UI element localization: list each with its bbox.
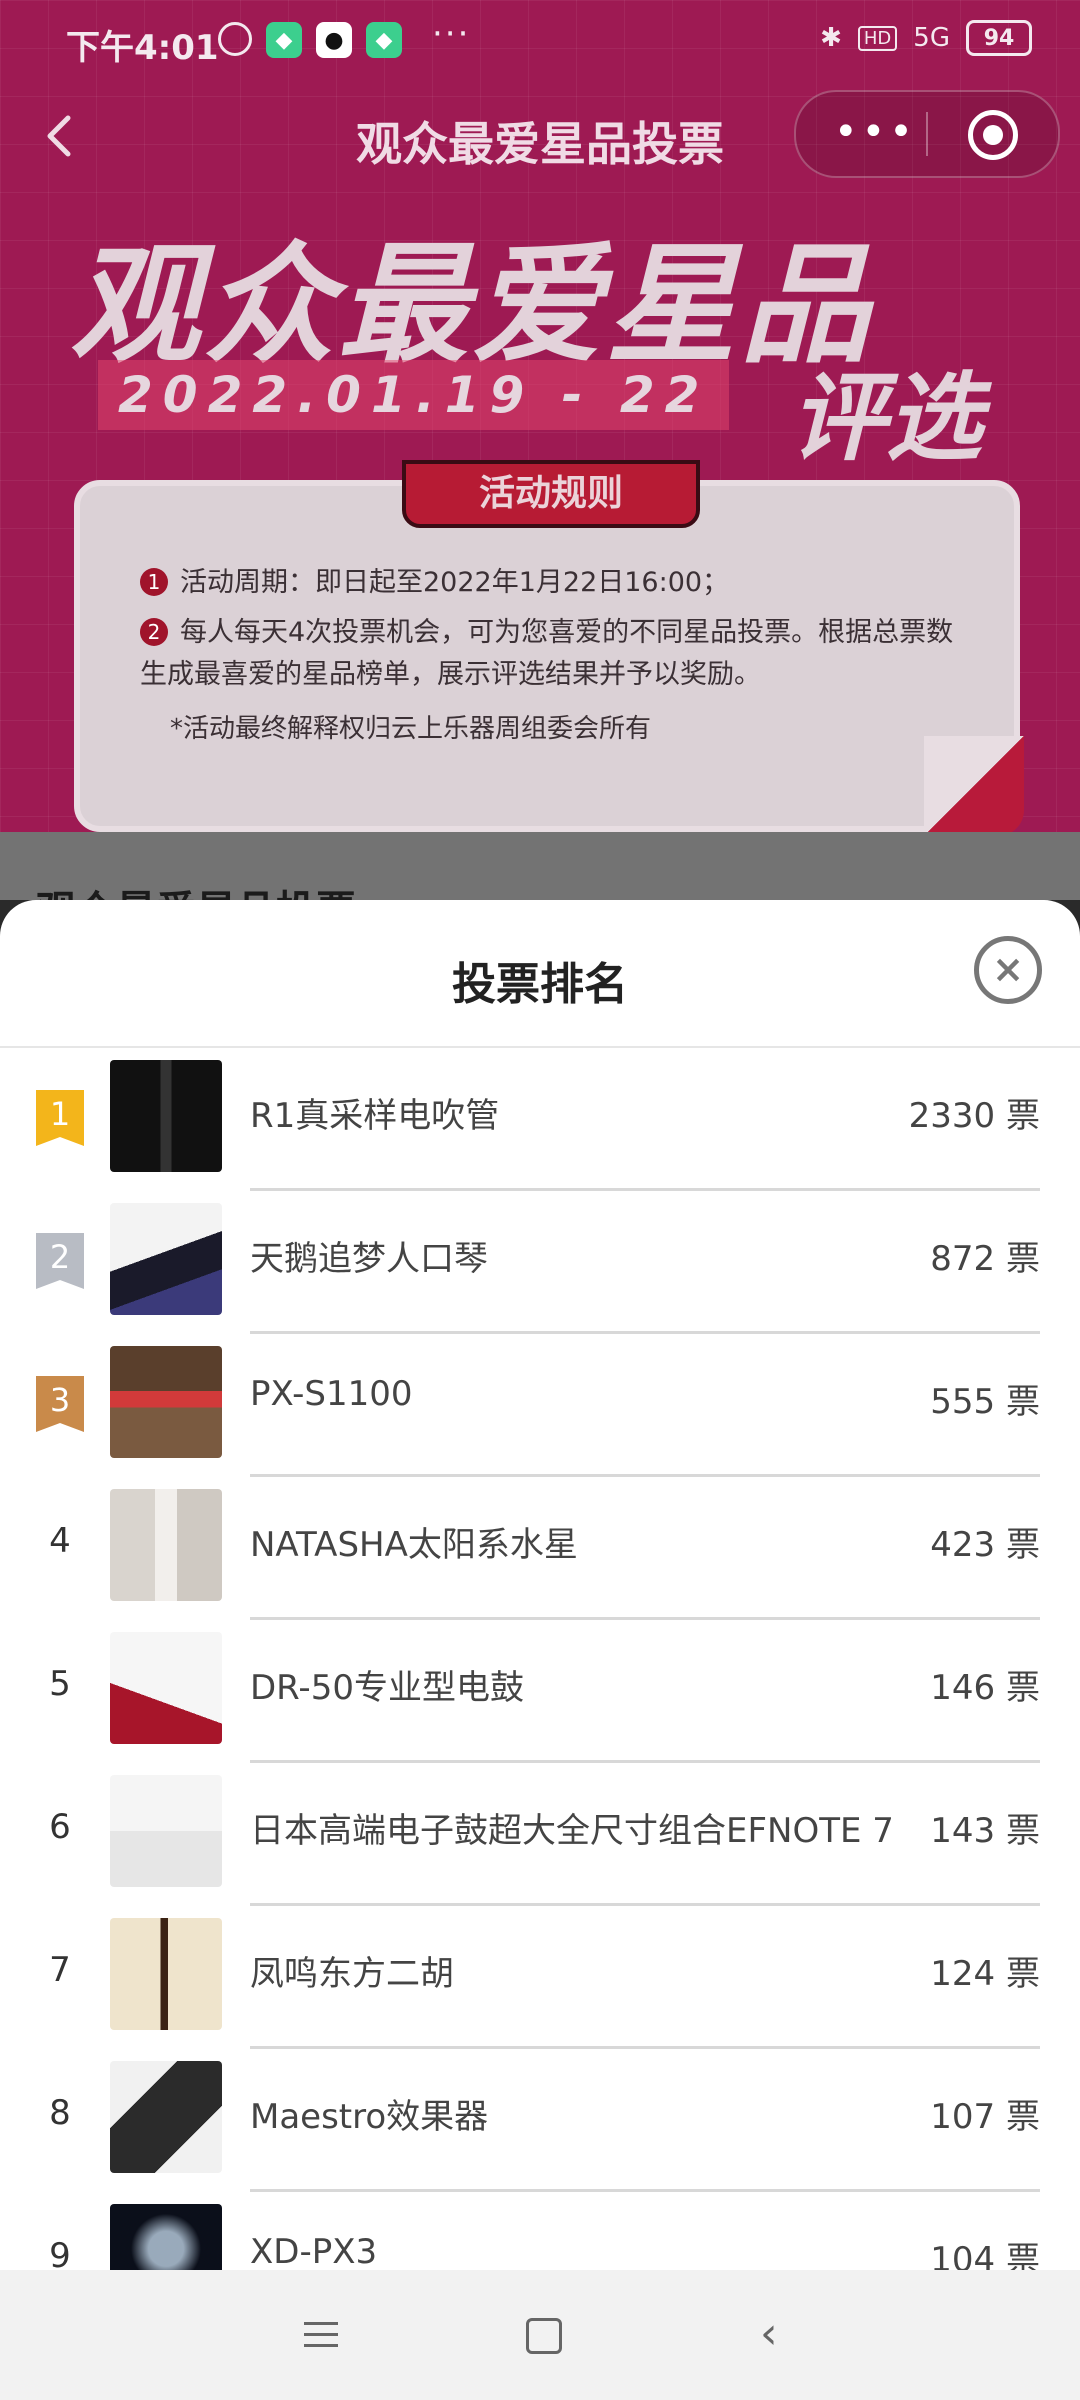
more-options-icon[interactable]: ••• bbox=[834, 112, 917, 152]
ranking-row[interactable]: 5 DR-50专业型电鼓 146 票 bbox=[0, 1620, 1080, 1763]
ranking-row[interactable]: 8 Maestro效果器 107 票 bbox=[0, 2049, 1080, 2192]
activity-page-background: 下午4:01 ◆ ● ◆ ··· ✱ HD 5G 94 观众最爱星品投票 •••… bbox=[0, 0, 1080, 900]
vote-count: 104 票 bbox=[930, 2240, 1040, 2270]
vote-count: 143 票 bbox=[930, 1811, 1040, 1851]
ranking-row[interactable]: 6 日本高端电子鼓超大全尺寸组合EFNOTE 7 143 票 bbox=[0, 1763, 1080, 1906]
ranking-row[interactable]: 3 PX-S1100 555 票 bbox=[0, 1334, 1080, 1477]
bluetooth-icon: ✱ bbox=[820, 23, 842, 53]
rank-number: 8 bbox=[49, 2093, 71, 2133]
product-name: R1真采样电吹管 bbox=[250, 1096, 500, 1136]
gold-medal-icon: 1 bbox=[36, 1090, 84, 1146]
product-name: NATASHA太阳系水星 bbox=[250, 1525, 578, 1565]
ranking-row[interactable]: 4 NATASHA太阳系水星 423 票 bbox=[0, 1477, 1080, 1620]
product-name: 凤鸣东方二胡 bbox=[250, 1954, 454, 1994]
ranking-row[interactable]: 1 R1真采样电吹管 2330 票 bbox=[0, 1048, 1080, 1191]
rule-item: 2 每人每天4次投票机会，可为您喜爱的不同星品投票。根据总票数生成最喜爱的星品榜单… bbox=[140, 612, 970, 696]
close-icon[interactable]: × bbox=[974, 936, 1042, 1004]
ranking-sheet: 投票排名 × 1 R1真采样电吹管 2330 票 2 天鹅追梦人口琴 872 票… bbox=[0, 900, 1080, 2270]
rank-number: 5 bbox=[49, 1664, 71, 1704]
signal-icon: 5G bbox=[913, 23, 950, 53]
status-bar: 下午4:01 ◆ ● ◆ ··· ✱ HD 5G 94 bbox=[0, 0, 1080, 84]
banner-subtitle: 评选 bbox=[790, 362, 982, 474]
banner-date: 2022.01.19 - 22 bbox=[98, 360, 730, 430]
product-thumbnail bbox=[110, 1489, 222, 1601]
page-curl-decoration bbox=[924, 736, 1024, 836]
rank-number: 4 bbox=[49, 1521, 71, 1561]
qq-icon: ● bbox=[316, 22, 352, 58]
product-name: Maestro效果器 bbox=[250, 2097, 489, 2137]
battery-icon: 94 bbox=[966, 20, 1032, 56]
product-thumbnail bbox=[110, 1632, 222, 1744]
rule-text: 活动周期：即日起至2022年1月22日16:00； bbox=[180, 567, 730, 598]
mini-program-capsule: ••• bbox=[794, 90, 1060, 178]
shield-app-icon: ◆ bbox=[266, 22, 302, 58]
mini-program-navbar: 观众最爱星品投票 ••• bbox=[0, 84, 1080, 196]
status-notification-icons: ◆ ● ◆ bbox=[218, 22, 402, 58]
product-thumbnail bbox=[110, 1346, 222, 1458]
vote-count: 872 票 bbox=[930, 1239, 1040, 1279]
menu-icon[interactable] bbox=[304, 2322, 338, 2355]
silver-medal-icon: 2 bbox=[36, 1233, 84, 1289]
alarm-icon bbox=[218, 22, 252, 56]
status-time: 下午4:01 bbox=[66, 28, 219, 68]
ranking-row[interactable]: 2 天鹅追梦人口琴 872 票 bbox=[0, 1191, 1080, 1334]
product-thumbnail bbox=[110, 1060, 222, 1172]
rule-item: 1 活动周期：即日起至2022年1月22日16:00； bbox=[140, 562, 729, 604]
ranking-row[interactable]: 9 XD-PX3 104 票 bbox=[0, 2192, 1080, 2270]
rules-tag: 活动规则 bbox=[402, 460, 700, 528]
product-name: 天鹅追梦人口琴 bbox=[250, 1239, 488, 1279]
product-thumbnail bbox=[110, 2204, 222, 2270]
vote-count: 146 票 bbox=[930, 1668, 1040, 1708]
product-name: PX-S1100 bbox=[250, 1374, 413, 1414]
product-thumbnail bbox=[110, 1203, 222, 1315]
bronze-medal-icon: 3 bbox=[36, 1376, 84, 1432]
product-name: DR-50专业型电鼓 bbox=[250, 1668, 524, 1708]
product-thumbnail bbox=[110, 1775, 222, 1887]
product-name: XD-PX3 bbox=[250, 2232, 378, 2270]
more-notifications-icon: ··· bbox=[432, 14, 471, 54]
shield-app-icon-2: ◆ bbox=[366, 22, 402, 58]
capsule-divider bbox=[926, 112, 928, 156]
product-name: 日本高端电子鼓超大全尺寸组合EFNOTE 7 bbox=[250, 1811, 894, 1851]
product-thumbnail bbox=[110, 2061, 222, 2173]
product-thumbnail bbox=[110, 1918, 222, 2030]
system-nav-bar: ‹ bbox=[0, 2270, 1080, 2400]
ranking-row[interactable]: 7 凤鸣东方二胡 124 票 bbox=[0, 1906, 1080, 2049]
rank-number: 6 bbox=[49, 1807, 71, 1847]
rank-number: 7 bbox=[49, 1950, 71, 1990]
close-mini-program-icon[interactable] bbox=[968, 110, 1018, 160]
rules-note: *活动最终解释权归云上乐器周组委会所有 bbox=[170, 714, 652, 744]
rules-card: 活动规则 1 活动周期：即日起至2022年1月22日16:00； 2 每人每天4次投… bbox=[74, 460, 1024, 836]
section-peek: 观众最爱星品投票 bbox=[0, 832, 1080, 900]
vote-count: 555 票 bbox=[930, 1382, 1040, 1422]
vote-count: 107 票 bbox=[930, 2097, 1040, 2137]
rank-number: 9 bbox=[49, 2236, 71, 2270]
rule-number: 1 bbox=[140, 568, 168, 596]
rule-number: 2 bbox=[140, 618, 168, 646]
sheet-header: 投票排名 × bbox=[0, 900, 1080, 1048]
rule-text: 每人每天4次投票机会，可为您喜爱的不同星品投票。根据总票数生成最喜爱的星品榜单，… bbox=[140, 617, 954, 690]
section-heading: 观众最爱星品投票 bbox=[36, 878, 356, 900]
status-right-icons: ✱ HD 5G 94 bbox=[820, 20, 1032, 56]
vote-count: 2330 票 bbox=[908, 1096, 1040, 1136]
sheet-title: 投票排名 bbox=[452, 959, 628, 1010]
back-icon[interactable]: ‹ bbox=[760, 2312, 778, 2356]
vote-count: 423 票 bbox=[930, 1525, 1040, 1565]
hd-icon: HD bbox=[857, 25, 898, 51]
vote-count: 124 票 bbox=[930, 1954, 1040, 1994]
home-icon[interactable] bbox=[526, 2318, 562, 2354]
